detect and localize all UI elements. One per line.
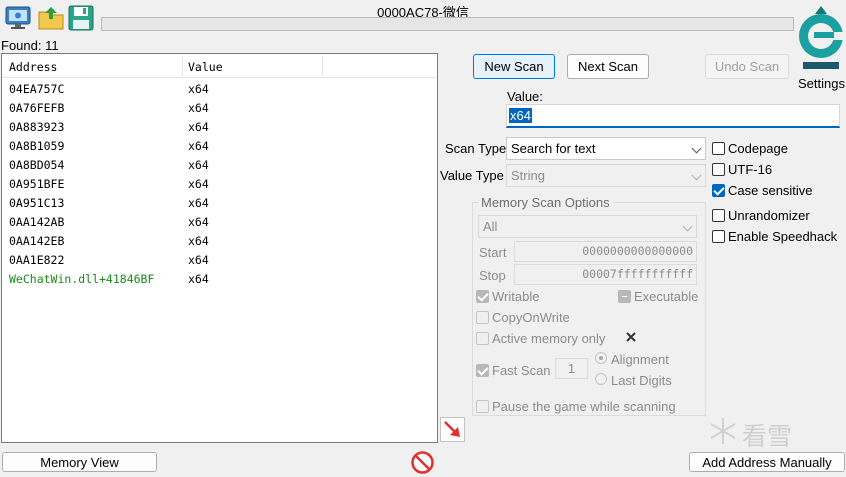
row-value: x64 [188, 272, 209, 286]
stop-clear-icon[interactable] [410, 450, 435, 475]
value-type-select[interactable]: String [506, 164, 706, 187]
column-divider [322, 56, 323, 76]
row-value: x64 [188, 196, 209, 210]
found-count: Found: 11 [1, 38, 59, 53]
copy-on-write-label: CopyOnWrite [492, 310, 570, 325]
value-label: Value: [507, 89, 543, 104]
case-sensitive-checkbox[interactable] [712, 184, 725, 197]
table-row[interactable]: 0A883923 x64 [2, 118, 437, 137]
table-row[interactable]: 0AA1E822 x64 [2, 251, 437, 270]
chevron-down-icon [682, 221, 693, 232]
table-row[interactable]: 0A76FEFB x64 [2, 99, 437, 118]
table-row[interactable]: 04EA757C x64 [2, 80, 437, 99]
last-digits-radio[interactable] [595, 373, 607, 385]
chevron-down-icon [691, 170, 702, 181]
new-scan-button[interactable]: New Scan [473, 54, 555, 79]
row-address: 04EA757C [9, 82, 65, 96]
active-memory-checkbox[interactable] [476, 332, 489, 345]
row-address: 0A951BFE [9, 177, 65, 191]
alignment-radio[interactable] [595, 352, 607, 364]
stop-address-field[interactable]: 00007fffffffffff [514, 264, 697, 285]
table-row[interactable]: WeChatWin.dll+41846BF x64 [2, 270, 437, 289]
row-address: 0A76FEFB [9, 101, 65, 115]
unrandomizer-checkbox[interactable] [712, 209, 725, 222]
next-scan-button[interactable]: Next Scan [567, 54, 649, 79]
codepage-checkbox[interactable] [712, 142, 725, 155]
row-value: x64 [188, 215, 209, 229]
case-sensitive-label: Case sensitive [728, 183, 813, 198]
last-digits-label: Last Digits [611, 373, 672, 388]
fast-scan-label: Fast Scan [492, 363, 551, 378]
scan-type-value: Search for text [511, 141, 596, 156]
row-value: x64 [188, 120, 209, 134]
scan-type-select[interactable]: Search for text [506, 137, 706, 160]
unrandomizer-label: Unrandomizer [728, 208, 810, 223]
executable-label: Executable [634, 289, 699, 304]
row-value: x64 [188, 101, 209, 115]
table-row[interactable]: 0A951BFE x64 [2, 175, 437, 194]
row-value: x64 [188, 82, 209, 96]
row-address: WeChatWin.dll+41846BF [9, 272, 155, 286]
row-value: x64 [188, 177, 209, 191]
row-address: 0A8BD054 [9, 158, 65, 172]
add-to-list-arrow-icon[interactable] [440, 417, 465, 442]
cheat-engine-logo[interactable] [797, 2, 845, 74]
table-row[interactable]: 0A951C13 x64 [2, 194, 437, 213]
codepage-label: Codepage [728, 141, 788, 156]
undo-scan-button[interactable]: Undo Scan [705, 54, 789, 79]
scan-progress-bar [101, 17, 794, 31]
add-address-manually-button[interactable]: Add Address Manually [689, 452, 845, 472]
row-value: x64 [188, 158, 209, 172]
fast-scan-checkbox[interactable] [476, 364, 489, 377]
row-address: 0A951C13 [9, 196, 65, 210]
scan-type-label: Scan Type [445, 141, 507, 156]
value-input-text: x64 [509, 108, 532, 123]
stop-label: Stop [479, 268, 506, 283]
table-row[interactable]: 0A8BD054 x64 [2, 156, 437, 175]
row-address: 0A883923 [9, 120, 65, 134]
start-address-field[interactable]: 0000000000000000 [514, 241, 697, 262]
utf16-checkbox[interactable] [712, 163, 725, 176]
value-type-value: String [511, 168, 545, 183]
watermark-snowflake-icon [708, 416, 738, 446]
watermark-text: 看雪 [742, 423, 793, 451]
pause-game-label: Pause the game while scanning [492, 399, 676, 414]
close-icon[interactable] [625, 331, 637, 343]
table-row[interactable]: 0A8B1059 x64 [2, 137, 437, 156]
row-address: 0AA1E822 [9, 253, 65, 267]
value-type-label: Value Type [440, 168, 504, 183]
row-address: 0AA142AB [9, 215, 65, 229]
executable-checkbox[interactable] [618, 290, 631, 303]
utf16-label: UTF-16 [728, 162, 773, 177]
copy-on-write-checkbox[interactable] [476, 311, 489, 324]
column-address[interactable]: Address [9, 60, 57, 74]
chevron-down-icon [691, 143, 702, 154]
pause-game-checkbox[interactable] [476, 400, 489, 413]
speedhack-label: Enable Speedhack [728, 229, 838, 244]
column-divider [182, 56, 183, 76]
memory-region-select[interactable]: All [478, 215, 697, 238]
memory-view-button[interactable]: Memory View [2, 452, 157, 472]
row-address: 0AA142EB [9, 234, 65, 248]
settings-link[interactable]: Settings [798, 76, 845, 91]
row-value: x64 [188, 253, 209, 267]
column-value[interactable]: Value [188, 60, 223, 74]
start-label: Start [479, 245, 507, 260]
memory-scan-options-title: Memory Scan Options [478, 195, 613, 210]
row-value: x64 [188, 139, 209, 153]
memory-region-value: All [483, 219, 498, 234]
fast-scan-value-field[interactable]: 1 [555, 358, 588, 379]
results-header: Address Value [2, 54, 437, 78]
writable-checkbox[interactable] [476, 290, 489, 303]
value-input[interactable]: x64 [506, 104, 840, 128]
alignment-label: Alignment [611, 352, 669, 367]
row-address: 0A8B1059 [9, 139, 65, 153]
table-row[interactable]: 0AA142AB x64 [2, 213, 437, 232]
active-memory-label: Active memory only [492, 331, 606, 346]
table-row[interactable]: 0AA142EB x64 [2, 232, 437, 251]
results-list[interactable]: Address Value 04EA757C x64 0A76FEFB x64 0A88… [1, 53, 438, 443]
row-value: x64 [188, 234, 209, 248]
speedhack-checkbox[interactable] [712, 230, 725, 243]
writable-label: Writable [492, 289, 540, 304]
